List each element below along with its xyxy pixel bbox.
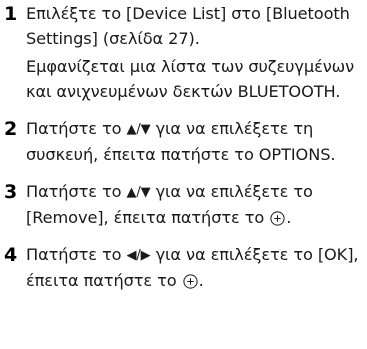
step-note: Εμφανίζεται μια λίστα των συζευγμένων κα… bbox=[26, 57, 355, 101]
step-text-end: . bbox=[286, 207, 292, 227]
step-text-start: Πατήστε το bbox=[26, 119, 127, 138]
step-2: 2 Πατήστε το ▲/▼ για να επιλέξετε τη συσ… bbox=[4, 117, 364, 167]
step-text-start: Πατήστε το bbox=[26, 245, 127, 264]
step-1: 1 Επιλέξτε το [Device List] στο [Bluetoo… bbox=[4, 2, 364, 104]
step-number: 2 bbox=[4, 118, 18, 140]
step-number: 4 bbox=[4, 244, 18, 266]
circle-plus-icon bbox=[183, 273, 198, 289]
instruction-steps: 1 Επιλέξτε το [Device List] στο [Bluetoo… bbox=[4, 2, 364, 293]
step-4: 4 Πατήστε το ◀/▶ για να επιλέξετε το [OK… bbox=[4, 243, 364, 293]
step-text: Πατήστε το ▲/▼ για να επιλέξετε τη συσκε… bbox=[26, 117, 364, 167]
step-text-start: Πατήστε το bbox=[26, 182, 127, 201]
step-text: Πατήστε το ▲/▼ για να επιλέξετε το [Remo… bbox=[26, 180, 364, 230]
step-text-end: . bbox=[198, 270, 204, 290]
left-right-arrows-icon: ◀/▶ bbox=[126, 248, 151, 263]
step-text: Πατήστε το ◀/▶ για να επιλέξετε το [OK],… bbox=[26, 243, 364, 293]
step-number: 3 bbox=[4, 181, 18, 203]
step-3: 3 Πατήστε το ▲/▼ για να επιλέξετε το [Re… bbox=[4, 180, 364, 230]
up-down-arrows-icon: ▲/▼ bbox=[126, 185, 151, 200]
circle-plus-icon bbox=[270, 210, 285, 226]
step-number: 1 bbox=[4, 3, 18, 25]
step-text: Επιλέξτε το [Device List] στο [Bluetooth… bbox=[26, 4, 350, 48]
up-down-arrows-icon: ▲/▼ bbox=[126, 122, 151, 137]
